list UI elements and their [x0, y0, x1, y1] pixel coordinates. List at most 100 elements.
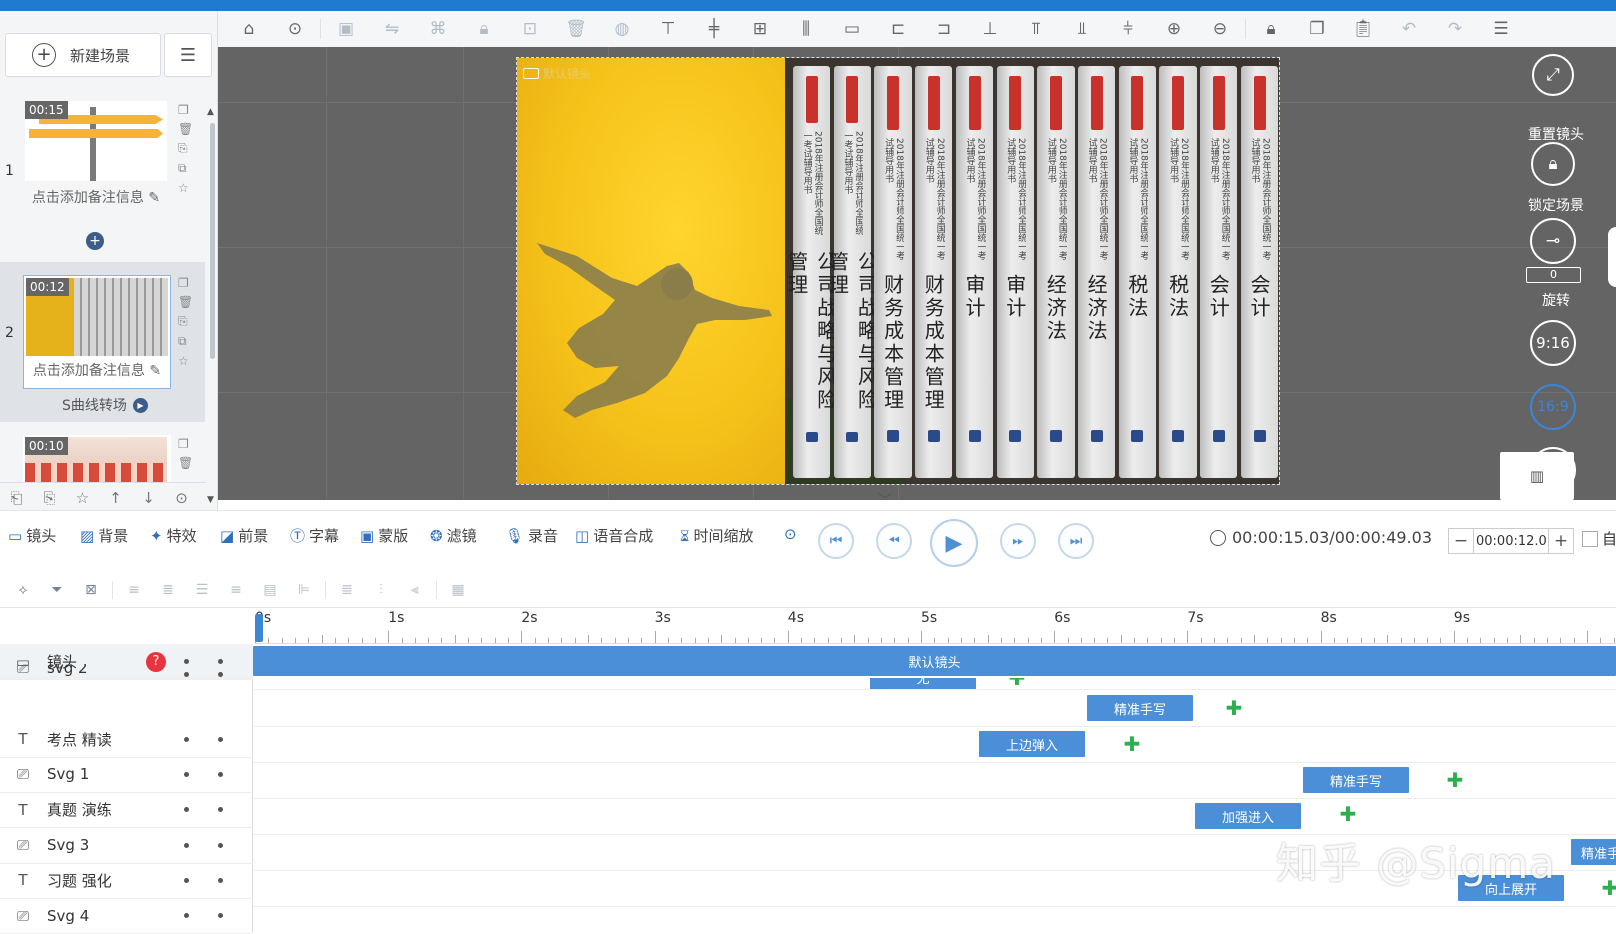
copy-icon[interactable]: ❐	[178, 103, 193, 117]
align-center-icon[interactable]: ⊥	[967, 14, 1013, 44]
kaodian-clip[interactable]: 精准手写	[1087, 695, 1193, 721]
align-vcenter-icon[interactable]: ⫩	[1105, 14, 1151, 44]
ratio-9-16-button[interactable]: 9:16	[1530, 320, 1576, 366]
scene-card[interactable]: 00:12 点击添加备注信息 ✎	[23, 275, 171, 389]
scene-scrollbar[interactable]: ▲ ▼	[206, 107, 218, 507]
lock-dot[interactable]	[218, 877, 223, 883]
time-stepper[interactable]: − +	[1448, 528, 1574, 554]
add-keyframe-icon[interactable]: ✚	[1337, 802, 1359, 826]
more-icon[interactable]: ⊙	[272, 14, 318, 44]
duplicate-icon[interactable]: ⧉	[178, 334, 193, 349]
move-up-icon[interactable]: ↑	[99, 489, 132, 507]
settings-icon[interactable]: ☰	[1478, 14, 1524, 44]
star-icon[interactable]: ☆	[66, 489, 99, 507]
align-bottom-icon[interactable]: ⫫	[1059, 14, 1105, 44]
auto-checkbox[interactable]	[1582, 531, 1598, 547]
visibility-dot[interactable]	[184, 807, 189, 813]
transition-label[interactable]: S曲线转场 ▶	[62, 395, 148, 415]
export-icon[interactable]: ⎘	[178, 141, 193, 156]
plus-button[interactable]: +	[1549, 531, 1573, 551]
mode-filter[interactable]: ❂ 滤镜	[430, 525, 477, 546]
mode-record[interactable]: 🎙︎ 录音	[505, 525, 558, 546]
align-left-icon[interactable]: ⊏	[875, 14, 921, 44]
mode-subtitle[interactable]: Ⓣ 字幕	[290, 525, 339, 546]
mode-foreground[interactable]: ◪ 前景	[220, 525, 268, 546]
scrollbar-thumb[interactable]	[210, 123, 215, 359]
ungroup-icon[interactable]: ⌘	[415, 14, 461, 44]
distribute-v-icon[interactable]: ⫼	[783, 14, 829, 44]
visibility-dot[interactable]	[184, 913, 189, 919]
track-row[interactable]: T 考点 精读	[0, 722, 253, 758]
more-icon[interactable]: ⊙	[165, 489, 198, 507]
align-middle-icon[interactable]: ╪	[691, 14, 737, 44]
next-scene-button[interactable]: ⏭︎	[1058, 523, 1094, 559]
svg2-clip[interactable]: 无	[870, 678, 976, 689]
mode-time-scale[interactable]: ⏳︎ 时间缩放	[680, 525, 754, 546]
lock-dot[interactable]	[218, 913, 223, 919]
align-icon[interactable]: ≡	[219, 582, 253, 598]
reset-camera-button[interactable]: ⤢	[1532, 54, 1574, 96]
zhenti-clip[interactable]: 精准手写	[1303, 767, 1409, 793]
distribute-icon[interactable]: ⊞	[737, 14, 783, 44]
more-modes[interactable]: ⊙	[784, 525, 797, 543]
note-field[interactable]: 点击添加备注信息 ✎	[24, 360, 170, 380]
delete-icon[interactable]: 🗑︎	[178, 456, 193, 470]
stage-frame[interactable]: 2018年注册会计师全国统一考试辅导用书 公司战略与风险管理 2018年注册会计师全…	[516, 57, 1280, 485]
shape-icon[interactable]: ◍	[599, 14, 645, 44]
track-row[interactable]: T 习题 强化	[0, 863, 253, 899]
time-input[interactable]	[1473, 529, 1549, 553]
ratio-16-9-button[interactable]: 16:9	[1530, 384, 1576, 430]
add-keyframe-icon[interactable]: ✚	[1121, 732, 1143, 756]
zoom-in-icon[interactable]: ⊕	[1151, 14, 1197, 44]
scene-item-3[interactable]: 00:10 ❐ 🗑︎	[0, 423, 205, 483]
keyframe-icon[interactable]: ⟡	[6, 582, 40, 598]
align-icon[interactable]: ☰	[185, 582, 219, 598]
scene-card[interactable]: 00:15 点击添加备注信息 ✎	[23, 99, 171, 225]
export-icon[interactable]: ⎘	[33, 489, 66, 507]
delete-icon[interactable]: 🗑︎	[553, 14, 599, 44]
side-collapse-tab[interactable]	[1608, 227, 1616, 287]
list-view-button[interactable]: ☰	[164, 33, 212, 77]
star-icon[interactable]: ☆	[178, 181, 193, 195]
next-frame-button[interactable]: ⏩︎	[1000, 523, 1036, 559]
lock-dot[interactable]	[218, 807, 223, 813]
mode-tts[interactable]: ◫ 语音合成	[575, 525, 653, 546]
scene-item-1[interactable]: 1 00:15 点击添加备注信息 ✎ ❐ 🗑︎ ⎘ ⧉ ☆ +	[0, 99, 205, 259]
align-icon[interactable]: ≡	[117, 582, 151, 598]
scene-item-2[interactable]: 2 00:12 点击添加备注信息 ✎ ❐ 🗑︎ ⎘ ⧉ ☆ S曲线转场 ▶	[0, 262, 205, 422]
align-icon[interactable]: ≣	[151, 582, 185, 598]
mode-background[interactable]: ▨ 背景	[80, 525, 128, 546]
track-row[interactable]: ⎚ Svg 4	[0, 898, 253, 934]
play-icon[interactable]: ▶	[132, 397, 148, 413]
import-icon[interactable]: ⎗	[0, 489, 33, 507]
add-keyframe-icon[interactable]: ✚	[1223, 696, 1245, 720]
camera-clip[interactable]: 默认镜头	[253, 646, 1616, 676]
scroll-up-icon[interactable]: ▲	[207, 107, 214, 117]
visibility-dot[interactable]	[184, 736, 189, 742]
prev-frame-button[interactable]: ⏪︎	[876, 523, 912, 559]
lock-dot[interactable]	[218, 771, 223, 777]
note-field[interactable]: 点击添加备注信息 ✎	[23, 187, 169, 207]
move-down-icon[interactable]: ↓	[132, 489, 165, 507]
flip-icon[interactable]: ⇋	[369, 14, 415, 44]
export-icon[interactable]: ⎘	[178, 314, 193, 329]
track-row[interactable]: T 真题 演练	[0, 792, 253, 829]
crop-icon[interactable]: ⊡	[507, 14, 553, 44]
scene-card[interactable]: 00:10	[23, 435, 171, 483]
add-keyframe-icon[interactable]: ✚	[1444, 768, 1466, 792]
scroll-down-icon[interactable]: ▼	[207, 495, 214, 505]
copy-icon[interactable]: ❐	[1294, 14, 1340, 44]
track-row[interactable]: ⎚ svg 2	[0, 664, 253, 678]
distribute-icon[interactable]: ≣	[330, 582, 364, 598]
rotate-dial[interactable]: ⊸	[1530, 218, 1576, 264]
redo-icon[interactable]: ↷	[1432, 14, 1478, 44]
track-row[interactable]: ⎚ Svg 3	[0, 828, 253, 864]
delete-icon[interactable]: 🗑︎	[178, 295, 193, 309]
svg3-clip[interactable]: 加强进入	[1195, 803, 1301, 829]
distribute-icon[interactable]: ⫶	[364, 582, 398, 598]
duplicate-icon[interactable]: ⧉	[178, 161, 193, 176]
minus-button[interactable]: −	[1449, 531, 1473, 551]
filter-icon[interactable]: ⏷	[40, 582, 74, 598]
add-keyframe-icon[interactable]: ✚	[1006, 678, 1028, 689]
lock-dot[interactable]	[218, 842, 223, 848]
